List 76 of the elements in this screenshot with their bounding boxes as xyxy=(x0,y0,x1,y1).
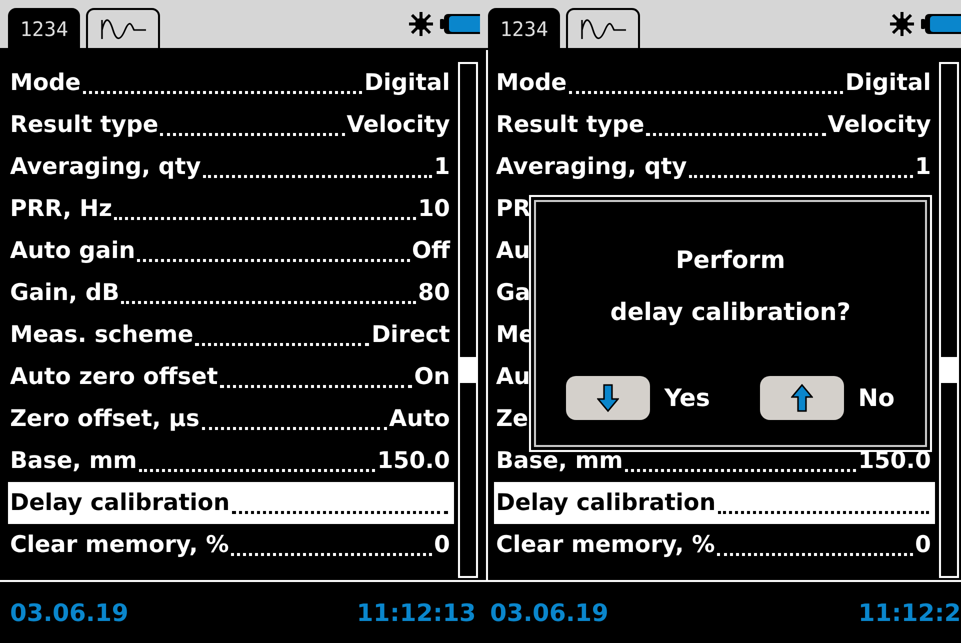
setting-label: Gain, dB xyxy=(10,280,120,306)
setting-value: Velocity xyxy=(828,112,931,138)
setting-label: Clear memory, % xyxy=(10,532,229,558)
setting-label: Auto zero offset xyxy=(10,364,218,390)
menu-row[interactable]: Zero offset, µs Auto xyxy=(8,398,454,440)
date-text: 03.06.19 xyxy=(490,598,608,626)
menu-row[interactable]: Meas. scheme Direct xyxy=(8,314,454,356)
tab[interactable]: 1234 xyxy=(488,8,560,48)
setting-label: Base, mm xyxy=(10,448,138,474)
date-text: 03.06.19 xyxy=(10,598,128,626)
setting-value: 150.0 xyxy=(858,448,931,474)
setting-value: Off xyxy=(412,238,450,264)
up-arrow-key-icon xyxy=(760,376,844,420)
setting-value: 0 xyxy=(914,532,931,558)
setting-label: PR xyxy=(496,196,531,222)
setting-value: Direct xyxy=(371,322,450,348)
waveform-icon xyxy=(98,18,148,40)
menu-row[interactable]: Auto zero offset On xyxy=(8,356,454,398)
brightness-icon xyxy=(408,11,434,37)
menu-row[interactable]: Averaging, qty 1 xyxy=(8,146,454,188)
setting-label: Clear memory, % xyxy=(496,532,715,558)
setting-label: Auto gain xyxy=(10,238,136,264)
waveform-tab[interactable] xyxy=(566,8,640,48)
setting-value: Velocity xyxy=(346,112,450,138)
setting-label: Mode xyxy=(496,70,567,96)
setting-label: Mode xyxy=(10,70,81,96)
menu-row[interactable]: Gain, dB 80 xyxy=(8,272,454,314)
setting-value: 150.0 xyxy=(377,448,450,474)
menu-row[interactable]: Result type Velocity xyxy=(494,104,935,146)
time-text: 11:12:13 xyxy=(356,598,476,626)
setting-label: Averaging, qty xyxy=(496,154,687,180)
menu-row[interactable]: Delay calibration xyxy=(494,482,935,524)
menu-row[interactable]: Clear memory, % 0 xyxy=(8,524,454,566)
dialog-message: delay calibration? xyxy=(610,298,851,328)
setting-label: Delay calibration xyxy=(10,490,230,516)
setting-label: Result type xyxy=(10,112,158,138)
menu-row[interactable]: Base, mm 150.0 xyxy=(494,440,935,482)
scrollbar[interactable] xyxy=(939,62,959,578)
setting-label: PRR, Hz xyxy=(10,196,112,222)
setting-value: On xyxy=(414,364,450,390)
setting-label: Base, mm xyxy=(496,448,624,474)
menu-row[interactable]: Result type Velocity xyxy=(8,104,454,146)
setting-value: Digital xyxy=(364,70,450,96)
setting-value: 10 xyxy=(418,196,450,222)
waveform-tab[interactable] xyxy=(86,8,160,48)
setting-value: 1 xyxy=(434,154,450,180)
menu-row[interactable]: Delay calibration xyxy=(8,482,454,524)
menu-row[interactable]: Mode Digital xyxy=(8,62,454,104)
down-arrow-key-icon xyxy=(566,376,650,420)
setting-label: Result type xyxy=(496,112,644,138)
setting-label: Averaging, qty xyxy=(10,154,201,180)
brightness-icon xyxy=(889,11,915,37)
menu-row[interactable]: Auto gain Off xyxy=(8,230,454,272)
no-button[interactable]: No xyxy=(760,376,895,420)
waveform-icon xyxy=(578,18,628,40)
time-text: 11:12:2 xyxy=(858,598,961,626)
tab[interactable]: 1234 xyxy=(8,8,80,48)
menu-row[interactable]: Averaging, qty 1 xyxy=(494,146,935,188)
setting-value: 80 xyxy=(418,280,450,306)
dialog-message: Perform xyxy=(674,246,786,276)
menu-row[interactable]: PRR, Hz 10 xyxy=(8,188,454,230)
menu-row[interactable]: Base, mm 150.0 xyxy=(8,440,454,482)
menu-row[interactable]: Mode Digital xyxy=(494,62,935,104)
setting-value: 1 xyxy=(914,154,931,180)
setting-label: Zero offset, µs xyxy=(10,406,200,432)
menu-row[interactable]: Clear memory, % 0 xyxy=(494,524,935,566)
scrollbar[interactable] xyxy=(458,62,478,578)
setting-label: Ze xyxy=(496,406,528,432)
setting-label: Delay calibration xyxy=(496,490,716,516)
setting-label: Meas. scheme xyxy=(10,322,194,348)
setting-value: Auto xyxy=(389,406,450,432)
setting-value: Digital xyxy=(845,70,931,96)
setting-value: 0 xyxy=(434,532,450,558)
yes-button[interactable]: Yes xyxy=(566,376,710,420)
scroll-thumb[interactable] xyxy=(941,357,957,383)
scroll-thumb[interactable] xyxy=(460,357,476,383)
